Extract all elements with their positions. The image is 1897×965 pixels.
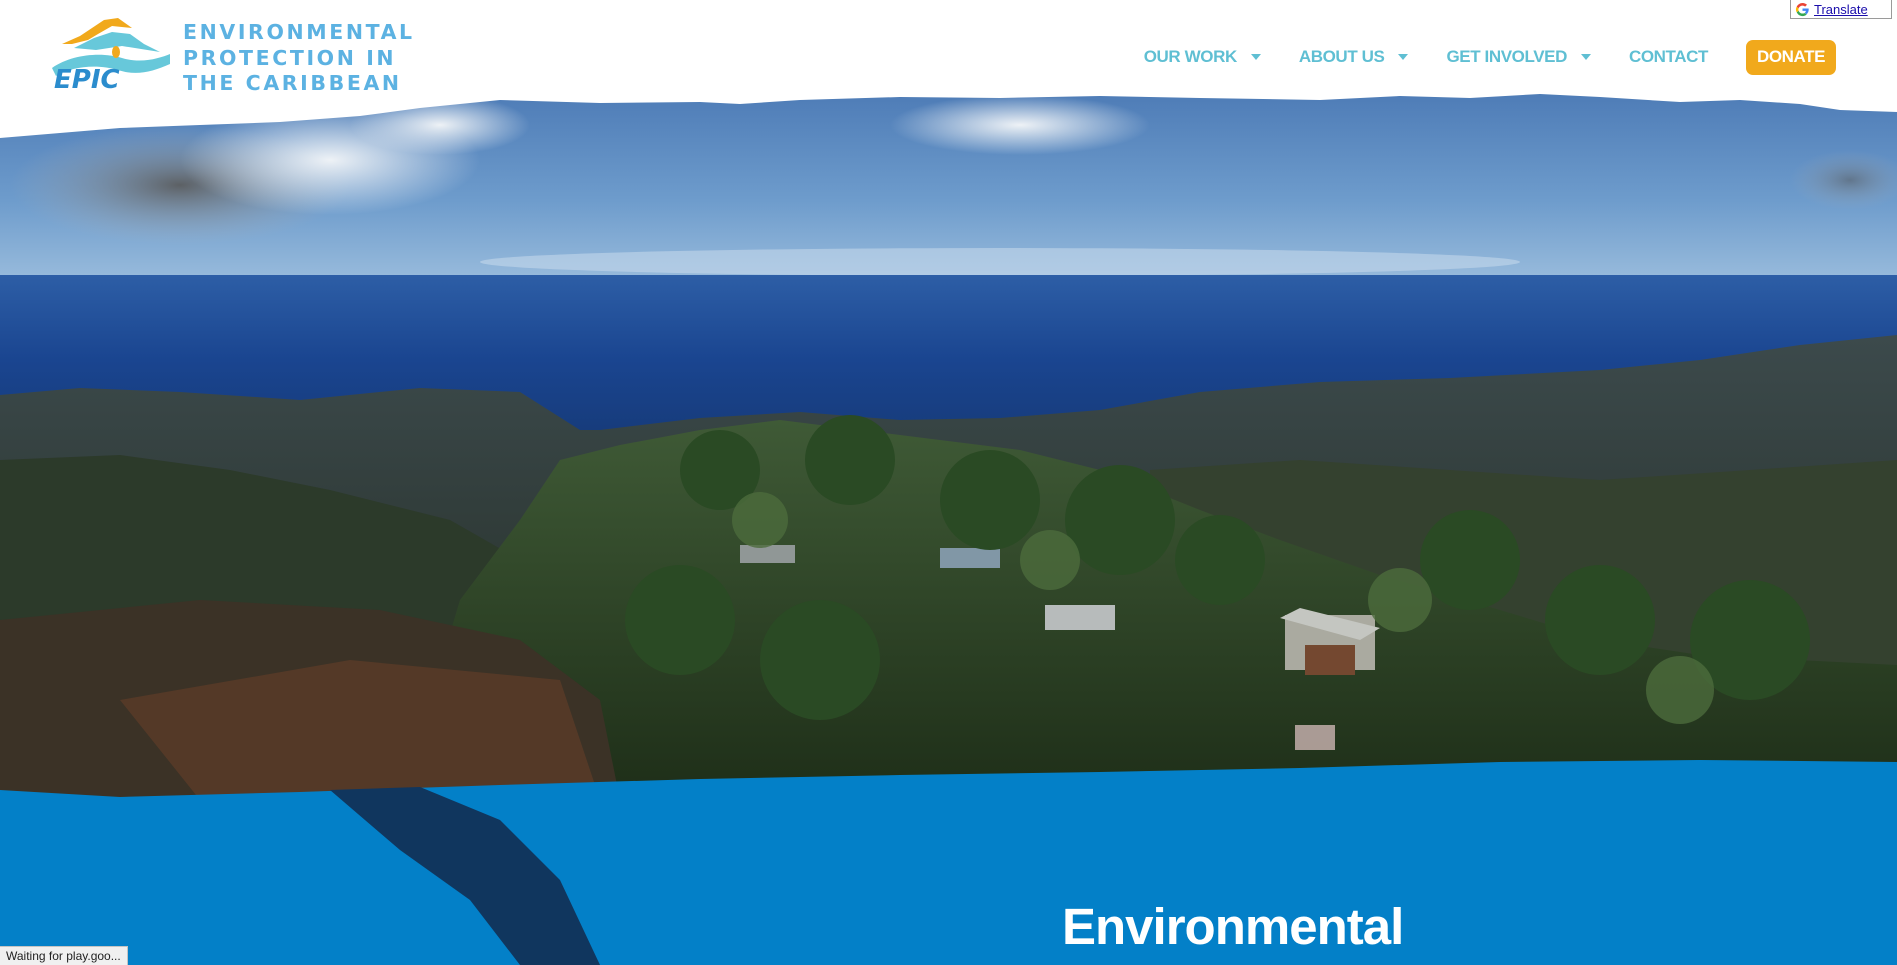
donate-button[interactable]: DONATE (1746, 39, 1836, 75)
nav-item-label: GET INVOLVED (1446, 47, 1567, 66)
google-translate-widget[interactable]: Translate (1790, 0, 1892, 19)
logo-line-3: THE CARIBBEAN (183, 71, 402, 95)
hero-section (0, 0, 1897, 965)
hero-heading: Environmental (1062, 898, 1404, 955)
logo-line-2: PROTECTION IN (183, 45, 397, 70)
translate-link[interactable]: Translate (1814, 2, 1868, 17)
caret-down-icon (1580, 54, 1591, 60)
site-logo[interactable]: EPIC ENVIRONMENTAL PROTECTION IN THE CAR… (52, 14, 412, 95)
nav-item-get-involved[interactable]: GET INVOLVED (1446, 47, 1591, 67)
svg-text:EPIC: EPIC (54, 65, 120, 90)
logo-wordmark: ENVIRONMENTAL PROTECTION IN THE CARIBBEA… (183, 20, 415, 97)
caret-down-icon (1398, 54, 1409, 60)
site-header: EPIC ENVIRONMENTAL PROTECTION IN THE CAR… (0, 0, 1897, 125)
logo-line-1: ENVIRONMENTAL (183, 20, 415, 44)
epic-logo-icon: EPIC (52, 18, 170, 90)
nav-item-contact[interactable]: CONTACT (1629, 47, 1708, 67)
browser-status-bar: Waiting for play.goo... (0, 946, 128, 965)
main-nav: OUR WORK ABOUT US GET INVOLVED CONTACT D… (1144, 38, 1836, 76)
caret-down-icon (1250, 54, 1261, 60)
nav-item-about-us[interactable]: ABOUT US (1299, 47, 1409, 67)
nav-item-label: CONTACT (1628, 47, 1708, 66)
nav-item-our-work[interactable]: OUR WORK (1144, 47, 1261, 67)
hero-video-background (0, 0, 1897, 965)
nav-item-label: ABOUT US (1298, 47, 1385, 66)
google-g-icon (1795, 2, 1809, 16)
nav-item-label: OUR WORK (1143, 47, 1238, 66)
